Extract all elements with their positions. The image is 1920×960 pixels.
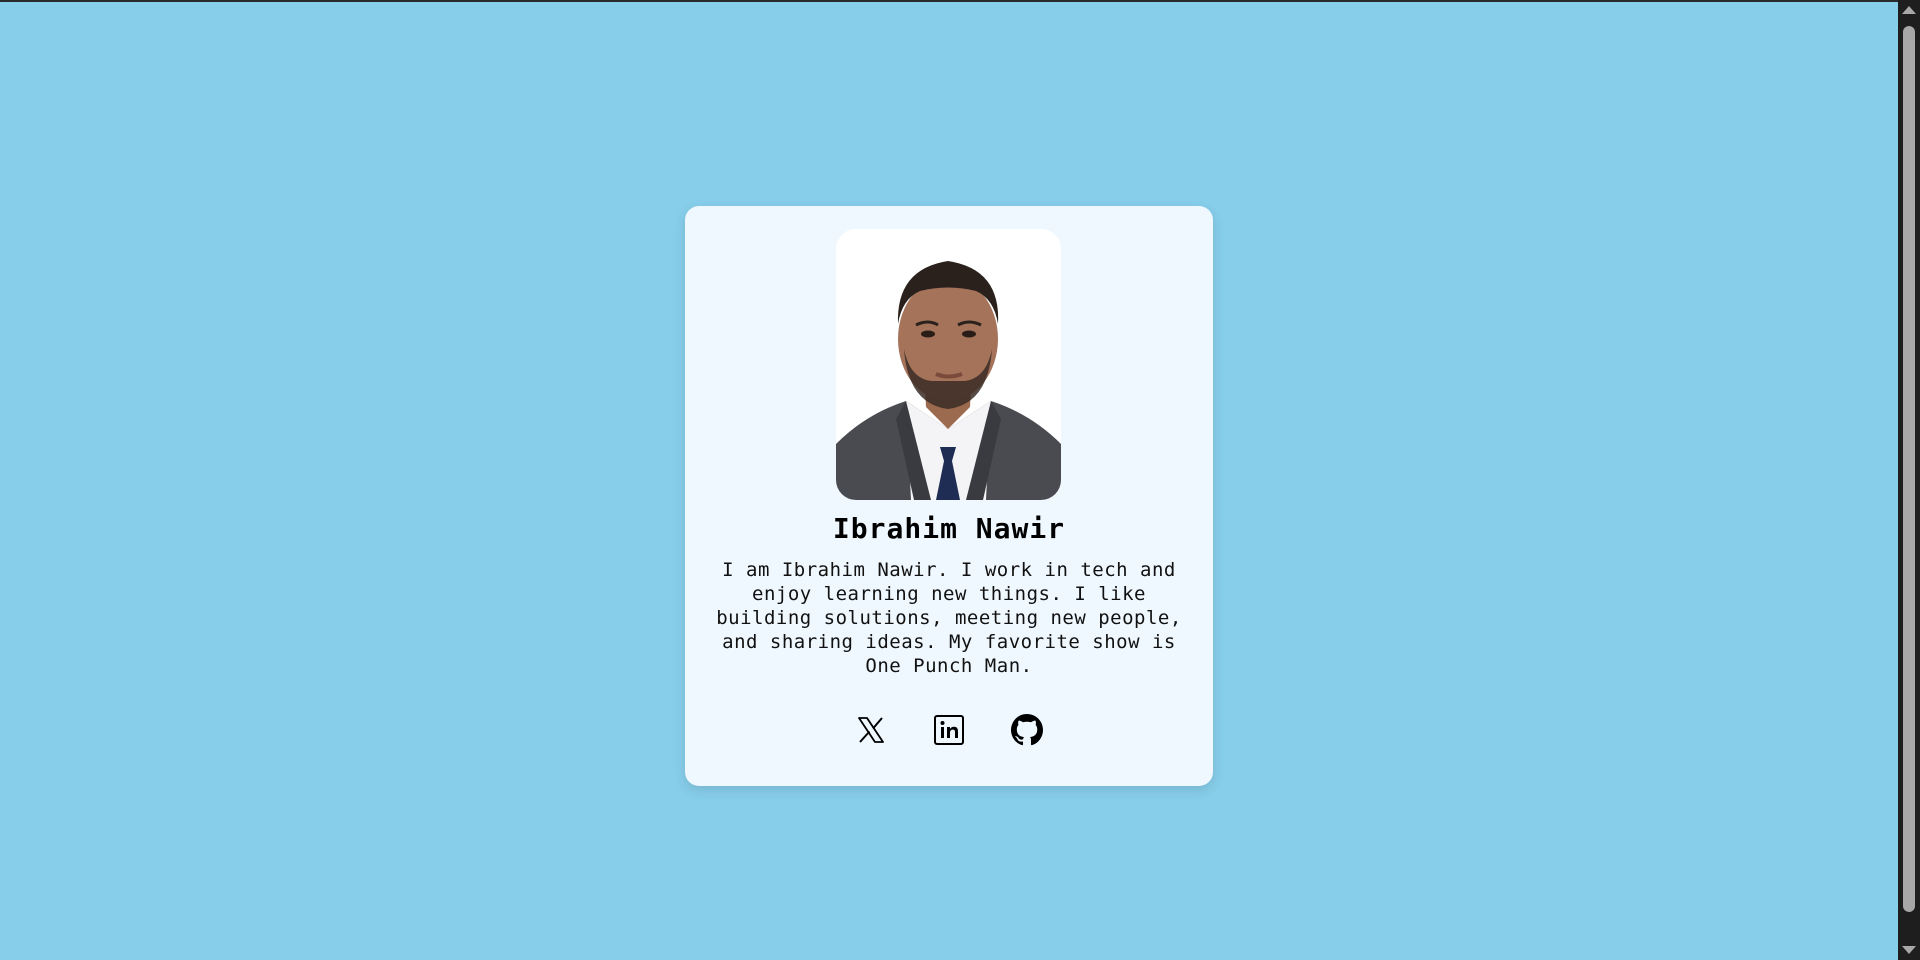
linkedin-icon — [934, 715, 964, 745]
profile-name: Ibrahim Nawir — [832, 512, 1066, 545]
scroll-thumb[interactable] — [1903, 26, 1915, 912]
vertical-scrollbar[interactable] — [1898, 0, 1920, 960]
social-links — [685, 714, 1213, 746]
github-icon — [1011, 714, 1043, 746]
profile-bio: I am Ibrahim Nawir. I work in tech and e… — [716, 559, 1182, 677]
github-link[interactable] — [1011, 714, 1043, 746]
linkedin-link[interactable] — [933, 714, 965, 746]
x-link[interactable] — [855, 714, 887, 746]
scroll-up-arrow-icon[interactable] — [1902, 6, 1916, 14]
x-icon — [858, 717, 884, 743]
profile-card: Ibrahim Nawir I am Ibrahim Nawir. I work… — [685, 206, 1213, 786]
scroll-down-arrow-icon[interactable] — [1902, 946, 1916, 954]
page-background: Ibrahim Nawir I am Ibrahim Nawir. I work… — [0, 2, 1898, 960]
profile-photo — [836, 229, 1061, 500]
